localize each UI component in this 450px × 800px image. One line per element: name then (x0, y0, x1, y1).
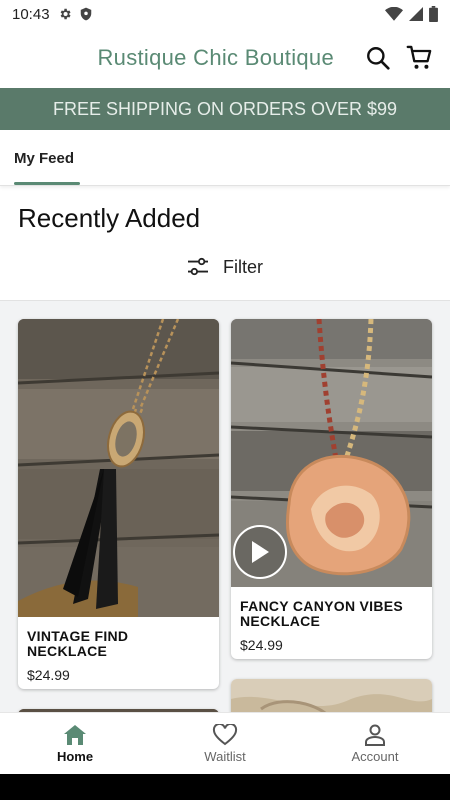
product-card[interactable]: VINTAGE FIND NECKLACE $24.99 (18, 319, 219, 689)
search-icon[interactable] (362, 42, 394, 74)
brand-title: Rustique Chic Boutique (97, 45, 334, 70)
account-icon (365, 724, 385, 746)
product-card[interactable] (231, 679, 432, 712)
cart-icon[interactable] (404, 42, 436, 74)
nav-waitlist-label: Waitlist (204, 748, 246, 764)
play-icon (252, 541, 269, 563)
promo-banner: FREE SHIPPING ON ORDERS OVER $99 (0, 88, 450, 130)
nav-account-label: Account (351, 748, 399, 764)
nav-account[interactable]: Account (300, 713, 450, 774)
product-price: $24.99 (27, 667, 70, 683)
signal-icon (409, 7, 423, 21)
tab-active-indicator (14, 182, 80, 185)
wifi-icon (385, 7, 403, 21)
battery-icon (429, 6, 438, 22)
product-grid: VINTAGE FIND NECKLACE $24.99 FANCY CANYO… (0, 300, 450, 712)
product-image (231, 679, 432, 712)
product-name: FANCY CANYON VIBES NECKLACE (240, 598, 404, 629)
section-title: Recently Added (18, 203, 201, 233)
status-bar: 10:43 (0, 0, 450, 28)
bottom-nav: Home Waitlist Account (0, 712, 450, 774)
play-video-button[interactable] (233, 525, 287, 579)
heart-icon (212, 723, 238, 745)
home-icon (64, 724, 86, 745)
nav-home[interactable]: Home (0, 713, 150, 774)
product-image (18, 319, 219, 617)
product-name: VINTAGE FIND NECKLACE (27, 628, 129, 659)
shield-icon (80, 7, 92, 21)
gear-icon (58, 7, 72, 21)
system-nav-bar (0, 774, 450, 800)
filter-icon (187, 257, 209, 277)
tab-my-feed[interactable]: My Feed (14, 150, 74, 167)
app-header: Rustique Chic Boutique (0, 28, 450, 88)
filter-button[interactable]: Filter (0, 252, 450, 282)
product-card[interactable]: FANCY CANYON VIBES NECKLACE $24.99 (231, 319, 432, 659)
status-time: 10:43 (12, 5, 50, 23)
product-price: $24.99 (240, 637, 283, 653)
nav-waitlist[interactable]: Waitlist (150, 713, 300, 774)
filter-label: Filter (223, 256, 263, 277)
nav-home-label: Home (56, 748, 94, 764)
feed-tabs: My Feed (0, 130, 450, 186)
promo-text: FREE SHIPPING ON ORDERS OVER $99 (52, 98, 398, 119)
